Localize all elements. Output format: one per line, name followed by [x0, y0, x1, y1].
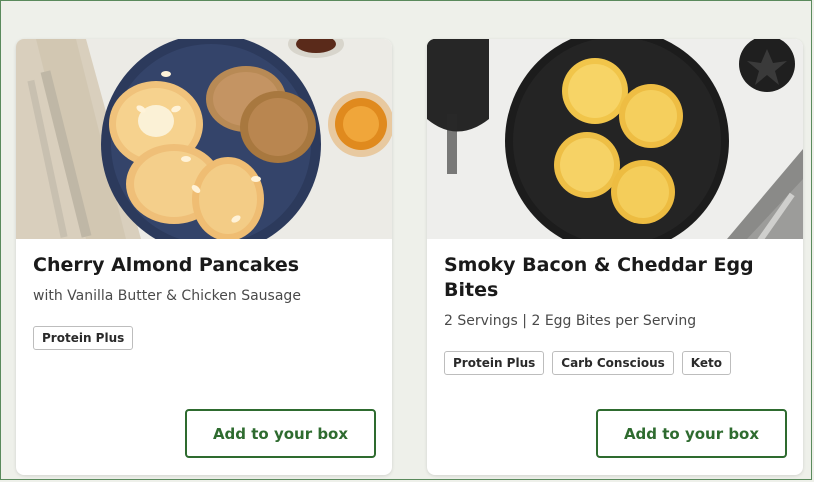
recipe-subtitle: with Vanilla Butter & Chicken Sausage [33, 288, 301, 304]
tag-protein-plus: Protein Plus [444, 351, 545, 375]
recipe-title[interactable]: Smoky Bacon & Cheddar Egg Bites [444, 253, 789, 303]
recipe-card-cherry-almond-pancakes[interactable]: Cherry Almond Pancakes with Vanilla Butt… [16, 39, 392, 475]
tag-carb-conscious: Carb Conscious [552, 351, 674, 375]
recipe-card-smoky-bacon-egg-bites[interactable]: Smoky Bacon & Cheddar Egg Bites 2 Servin… [427, 39, 803, 475]
recipe-subtitle: 2 Servings | 2 Egg Bites per Serving [444, 313, 697, 329]
add-to-box-button[interactable]: Add to your box [596, 409, 787, 458]
egg-bites-photo [427, 39, 803, 239]
add-to-box-button[interactable]: Add to your box [185, 409, 376, 458]
page-frame: Cherry Almond Pancakes with Vanilla Butt… [0, 0, 812, 480]
pancakes-photo [16, 39, 392, 239]
tag-list: Protein Plus [33, 326, 134, 350]
tag-keto: Keto [681, 351, 731, 375]
recipe-title[interactable]: Cherry Almond Pancakes [33, 253, 378, 278]
tag-list: Protein Plus Carb Conscious Keto [444, 351, 731, 375]
tag-protein-plus: Protein Plus [33, 326, 134, 350]
